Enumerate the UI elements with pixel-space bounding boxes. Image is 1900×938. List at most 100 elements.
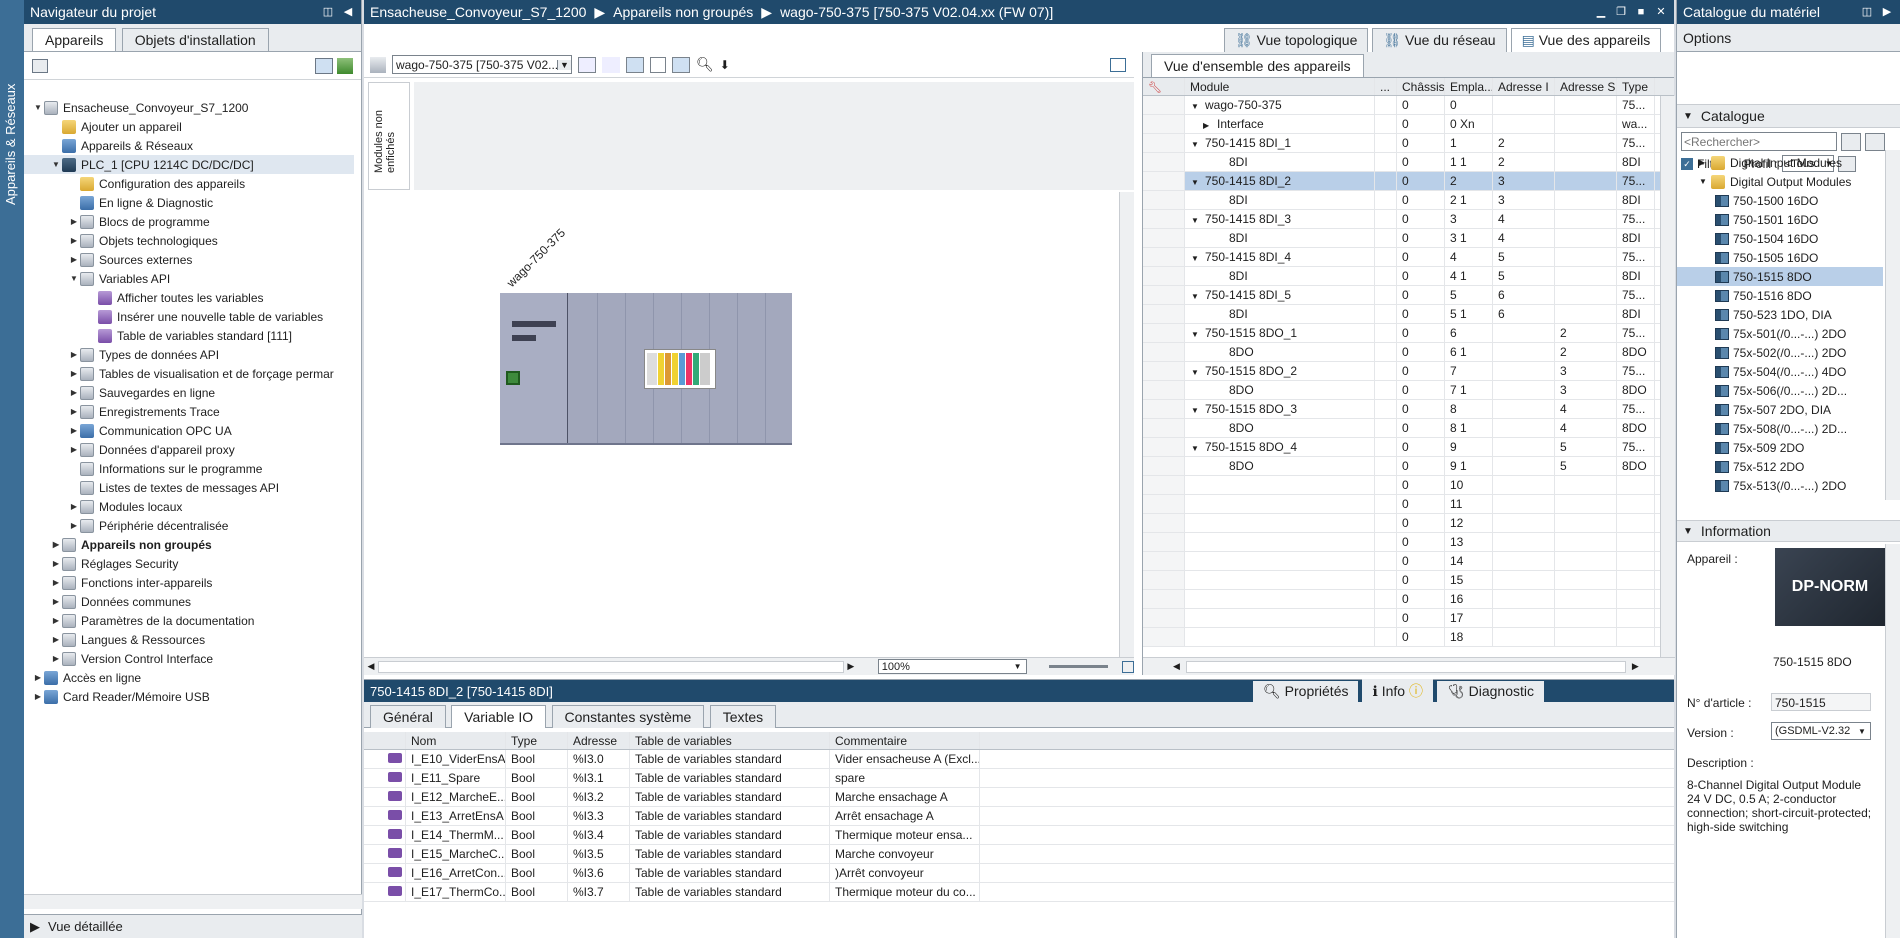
cell-address-i[interactable]: 4 — [1493, 229, 1555, 247]
cell-address-s[interactable] — [1555, 134, 1617, 152]
info-v-scrollbar[interactable] — [1885, 544, 1900, 938]
cell-address-s[interactable] — [1555, 590, 1617, 608]
cell-address-i[interactable] — [1493, 324, 1555, 342]
tab-network-view[interactable]: ⛓ Vue du réseau — [1372, 28, 1507, 53]
chevron-right-icon[interactable]: ▶ — [68, 350, 80, 359]
cell-module[interactable]: 8DO — [1185, 381, 1375, 399]
overview-row[interactable]: 8DO 0 6 1 2 8DO — [1143, 343, 1674, 362]
canvas-h-scrollbar[interactable] — [377, 660, 844, 673]
chevron-right-icon[interactable]: ▶ — [68, 236, 80, 245]
list-view-icon[interactable] — [315, 57, 333, 74]
row-handle[interactable] — [1143, 552, 1185, 570]
io-cell-name[interactable]: I_E17_ThermCo... — [406, 883, 506, 901]
restore-icon[interactable]: ❐ — [1614, 5, 1628, 19]
io-cell-name[interactable]: I_E11_Spare — [406, 769, 506, 787]
overview-row[interactable]: ▼ 750-1515 8DO_1 0 6 2 75... — [1143, 324, 1674, 343]
cell-address-i[interactable] — [1493, 343, 1555, 361]
catalog-module-item[interactable]: 75x-501(/0...-...) 2DO — [1677, 324, 1883, 343]
minimize-icon[interactable]: ▁ — [1594, 5, 1608, 19]
cell-address-s[interactable] — [1555, 172, 1617, 190]
cell-address-s[interactable]: 2 — [1555, 343, 1617, 361]
row-handle[interactable] — [1143, 191, 1185, 209]
overview-row[interactable]: ▼ 750-1415 8DI_5 0 5 6 75... — [1143, 286, 1674, 305]
overview-row[interactable]: 8DI 0 5 1 6 8DI — [1143, 305, 1674, 324]
tree-item[interactable]: ▶ Types de données API — [24, 345, 354, 364]
detail-view-header[interactable]: ▶ Vue détaillée — [24, 914, 362, 938]
row-handle[interactable] — [1143, 153, 1185, 171]
cell-address-i[interactable] — [1493, 590, 1555, 608]
row-handle[interactable] — [1143, 514, 1185, 532]
cell-address-i[interactable] — [1493, 628, 1555, 646]
cell-address-i[interactable]: 6 — [1493, 286, 1555, 304]
io-variable-row[interactable]: I_E10_ViderEnsA Bool %I3.0 Table de vari… — [364, 750, 1674, 769]
maximize-icon[interactable]: ■ — [1634, 5, 1648, 19]
row-handle[interactable] — [1143, 286, 1185, 304]
tree-item[interactable]: Appareils & Réseaux — [24, 136, 354, 155]
io-col-type[interactable]: Type — [506, 732, 568, 749]
cell-address-i[interactable] — [1493, 381, 1555, 399]
cell-module[interactable]: 8DO — [1185, 419, 1375, 437]
io-cell-comment[interactable]: Thermique moteur ensa... — [830, 826, 980, 844]
tree-item[interactable]: ▶ Tables de visualisation et de forçage p… — [24, 364, 354, 383]
panel-toggle-icon[interactable] — [1110, 57, 1126, 72]
chevron-right-icon[interactable]: ▶ — [50, 654, 62, 663]
row-handle[interactable] — [1143, 96, 1185, 114]
tab-texts[interactable]: Textes — [709, 705, 777, 728]
io-col-name[interactable]: Nom — [406, 732, 506, 749]
collapse-right-icon[interactable]: ▶ — [1880, 5, 1894, 19]
tree-item[interactable]: Afficher toutes les variables — [24, 288, 354, 307]
cell-address-i[interactable]: 5 — [1493, 248, 1555, 266]
tab-device-view[interactable]: ▤ Vue des appareils — [1510, 28, 1662, 53]
tree-item[interactable]: ▶ Données d'appareil proxy — [24, 440, 354, 459]
cell-address-i[interactable]: 3 — [1493, 172, 1555, 190]
tab-diagnostic[interactable]: 🩺︎ Diagnostic — [1436, 680, 1544, 702]
close-icon[interactable]: ✕ — [1654, 5, 1668, 19]
chevron-right-icon[interactable]: ▶ — [68, 502, 80, 511]
catalog-module-item[interactable]: 75x-502(/0...-...) 2DO — [1677, 343, 1883, 362]
io-variable-row[interactable]: I_E11_Spare Bool %I3.1 Table de variable… — [364, 769, 1674, 788]
cell-address-s[interactable] — [1555, 571, 1617, 589]
cell-address-s[interactable]: 2 — [1555, 324, 1617, 342]
cell-address-s[interactable] — [1555, 191, 1617, 209]
unplugged-modules-panel[interactable]: Modules non enfichés — [368, 82, 410, 190]
row-handle[interactable] — [1143, 438, 1185, 456]
tree-item[interactable]: ▼ PLC_1 [CPU 1214C DC/DC/DC] — [24, 155, 354, 174]
tab-properties[interactable]: 🔍︎ Propriétés — [1253, 680, 1359, 702]
row-handle[interactable] — [1143, 115, 1185, 133]
cell-address-i[interactable]: 4 — [1493, 210, 1555, 228]
overview-row[interactable]: 8DI 0 4 1 5 8DI — [1143, 267, 1674, 286]
overview-row[interactable]: 8DO 0 8 1 4 8DO — [1143, 419, 1674, 438]
overview-row[interactable]: ▼ 750-1515 8DO_2 0 7 3 75... — [1143, 362, 1674, 381]
catalog-module-item[interactable]: 750-1515 8DO — [1677, 267, 1883, 286]
row-handle[interactable] — [1143, 134, 1185, 152]
tab-system-constants[interactable]: Constantes système — [551, 705, 705, 728]
overview-row[interactable]: ▼ 750-1415 8DI_1 0 1 2 75... — [1143, 134, 1674, 153]
cell-module[interactable] — [1185, 533, 1375, 551]
cell-address-i[interactable] — [1493, 362, 1555, 380]
cell-module[interactable]: ▼ 750-1415 8DI_2 — [1185, 172, 1375, 190]
row-handle[interactable] — [1143, 172, 1185, 190]
chevron-right-icon[interactable]: ▶ — [68, 407, 80, 416]
chevron-right-icon[interactable]: ▶ — [50, 578, 62, 587]
io-cell-name[interactable]: I_E14_ThermM... — [406, 826, 506, 844]
row-toggle-icon[interactable]: ▼ — [1191, 287, 1205, 304]
catalog-module-item[interactable]: 75x-507 2DO, DIA — [1677, 400, 1883, 419]
cell-address-s[interactable]: 3 — [1555, 362, 1617, 380]
tree-item[interactable]: ▶ Appareils non groupés — [24, 535, 354, 554]
cell-module[interactable] — [1185, 476, 1375, 494]
tree-item[interactable]: ▶ Communication OPC UA — [24, 421, 354, 440]
row-handle[interactable] — [1143, 419, 1185, 437]
overview-row[interactable]: 8DI 0 1 1 2 8DI — [1143, 153, 1674, 172]
scroll-left-icon[interactable]: ◀ — [364, 661, 378, 672]
row-handle[interactable] — [1143, 590, 1185, 608]
tree-item[interactable]: ▶ Périphérie décentralisée — [24, 516, 354, 535]
tree-item[interactable]: ▶ Card Reader/Mémoire USB — [24, 687, 354, 706]
cell-address-s[interactable] — [1555, 286, 1617, 304]
cell-address-s[interactable]: 4 — [1555, 419, 1617, 437]
chevron-right-icon[interactable]: ▶ — [68, 445, 80, 454]
cell-address-i[interactable] — [1493, 457, 1555, 475]
row-handle[interactable] — [1143, 571, 1185, 589]
cell-address-s[interactable] — [1555, 514, 1617, 532]
cell-module[interactable]: ▼ wago-750-375 — [1185, 96, 1375, 114]
chevron-down-icon[interactable]: ▼ — [68, 274, 80, 283]
